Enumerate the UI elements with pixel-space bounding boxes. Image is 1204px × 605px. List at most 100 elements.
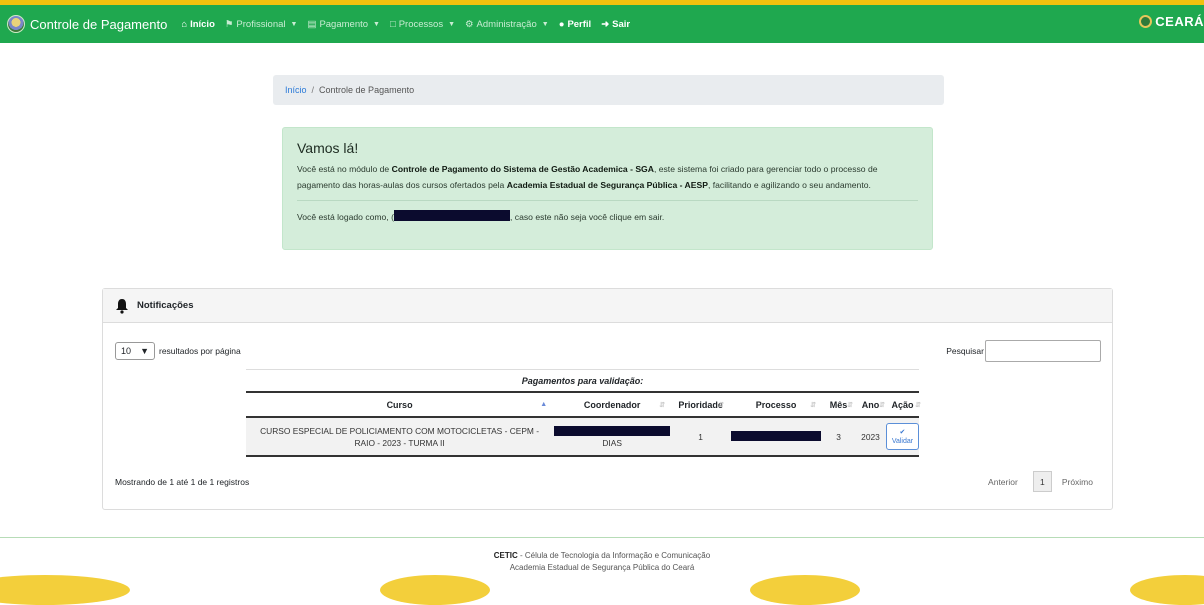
table-row: CURSO ESPECIAL DE POLICIAMENTO COM MOTOC… bbox=[246, 417, 919, 456]
page-length-select[interactable]: 10 ▼ bbox=[115, 342, 155, 360]
alert-text: Você está logado como, bbox=[297, 212, 391, 222]
money-icon: ▤ bbox=[307, 19, 316, 30]
chevron-down-icon: ▼ bbox=[448, 21, 455, 28]
footer-wave-decoration bbox=[380, 575, 490, 605]
home-icon: ⌂ bbox=[181, 19, 187, 30]
cogs-icon: ⚙ bbox=[465, 19, 474, 30]
nav-perfil[interactable]: ● Perfil bbox=[559, 19, 592, 30]
cell-acao: ✔ Validar bbox=[886, 417, 919, 456]
column-header-processo[interactable]: Processo ⇵ bbox=[730, 392, 822, 417]
ceara-logo: CEARÁ bbox=[1139, 14, 1204, 29]
page-length-control: 10 ▼ resultados por página bbox=[115, 342, 241, 360]
nav-inicio-label: Início bbox=[190, 19, 215, 30]
pagination-previous[interactable]: Anterior bbox=[988, 477, 1018, 487]
payments-table-wrapper: Pagamentos para validação: Curso ▲ Coorde… bbox=[246, 369, 919, 457]
column-header-prioridade[interactable]: Prioridade⇵ bbox=[671, 392, 730, 417]
sort-asc-icon: ▲ bbox=[540, 401, 547, 408]
column-label: Mês bbox=[830, 400, 848, 410]
cell-mes: 3 bbox=[822, 417, 855, 456]
alert-text: , caso este não seja você clique em sair… bbox=[510, 212, 664, 222]
validar-button[interactable]: ✔ Validar bbox=[886, 423, 919, 450]
nav-sair[interactable]: ➜ Sair bbox=[601, 19, 630, 30]
sort-icon: ⇵ bbox=[915, 401, 921, 409]
brand-seal-icon bbox=[7, 15, 25, 33]
search-input[interactable] bbox=[985, 340, 1101, 362]
chevron-down-icon: ▼ bbox=[291, 21, 298, 28]
ceara-seal-icon bbox=[1139, 15, 1152, 28]
footer-line-1: CETIC - Célula de Tecnologia da Informaç… bbox=[0, 550, 1204, 562]
footer-cetic: CETIC bbox=[494, 551, 518, 560]
payments-table: Curso▲ Coordenador⇵ Prioridade⇵ Processo… bbox=[246, 391, 919, 457]
cell-prioridade: 1 bbox=[671, 417, 730, 456]
user-icon: ● bbox=[559, 19, 565, 30]
alert-logged-as: Você está logado como, (, caso este não … bbox=[297, 209, 918, 225]
welcome-alert: Vamos lá! Você está no módulo de Control… bbox=[282, 127, 933, 250]
sort-icon: ⇵ bbox=[718, 401, 724, 409]
alert-heading: Vamos lá! bbox=[297, 140, 918, 156]
nav-administracao[interactable]: ⚙ Administração ▼ bbox=[465, 19, 549, 30]
sort-icon: ⇵ bbox=[810, 401, 816, 409]
column-label: Ano bbox=[862, 400, 880, 410]
pagination: Anterior 1 Próximo bbox=[988, 471, 1093, 492]
cell-processo bbox=[730, 417, 822, 456]
nav-processos[interactable]: □ Processos ▼ bbox=[390, 19, 455, 30]
nav-sair-label: Sair bbox=[612, 19, 630, 30]
page-length-label: resultados por página bbox=[159, 346, 241, 356]
file-icon: □ bbox=[390, 19, 396, 30]
redacted-coordinator-name bbox=[554, 426, 670, 436]
app-title[interactable]: Controle de Pagamento bbox=[30, 17, 167, 32]
footer-wave-decoration bbox=[750, 575, 860, 605]
redacted-process-number bbox=[731, 431, 821, 441]
pagination-page[interactable]: 1 bbox=[1033, 471, 1052, 492]
footer-wave-decoration bbox=[0, 575, 130, 605]
breadcrumb-current: Controle de Pagamento bbox=[319, 85, 414, 95]
search-label: Pesquisar bbox=[946, 346, 984, 356]
nav-administracao-label: Administração bbox=[477, 19, 537, 30]
table-info: Mostrando de 1 até 1 de 1 registros bbox=[115, 477, 249, 487]
ceara-logo-text: CEARÁ bbox=[1155, 14, 1204, 29]
redacted-username bbox=[394, 210, 510, 221]
cell-ano: 2023 bbox=[855, 417, 886, 456]
nav-perfil-label: Perfil bbox=[567, 19, 591, 30]
breadcrumb-home-link[interactable]: Início bbox=[285, 85, 307, 95]
coordinator-suffix: DIAS bbox=[602, 438, 622, 448]
column-header-ano[interactable]: Ano⇵ bbox=[855, 392, 886, 417]
table-caption: Pagamentos para validação: bbox=[246, 369, 919, 391]
breadcrumb-separator: / bbox=[312, 85, 315, 95]
sort-icon: ⇵ bbox=[847, 401, 853, 409]
sort-icon: ⇵ bbox=[659, 401, 665, 409]
nav-pagamento-label: Pagamento bbox=[319, 19, 368, 30]
page-length-value: 10 bbox=[121, 346, 131, 356]
cell-coordenador: DIAS bbox=[553, 417, 671, 456]
nav-profissional[interactable]: ⚑ Profissional ▼ bbox=[225, 19, 298, 30]
bell-icon bbox=[115, 298, 129, 314]
footer-cetic-desc: - Célula de Tecnologia da Informação e C… bbox=[518, 551, 710, 560]
column-header-coordenador[interactable]: Coordenador⇵ bbox=[553, 392, 671, 417]
alert-academy-name: Academia Estadual de Segurança Pública -… bbox=[507, 180, 708, 190]
nav-inicio[interactable]: ⌂ Início bbox=[181, 19, 215, 30]
nav-profissional-label: Profissional bbox=[236, 19, 285, 30]
nav-processos-label: Processos bbox=[399, 19, 443, 30]
alert-text: Você está no módulo de bbox=[297, 164, 392, 174]
card-title: Notificações bbox=[137, 300, 194, 311]
footer-line-2: Academia Estadual de Segurança Pública d… bbox=[0, 562, 1204, 574]
chevron-down-icon: ▼ bbox=[542, 21, 549, 28]
nav-pagamento[interactable]: ▤ Pagamento ▼ bbox=[307, 19, 380, 30]
top-navbar: Controle de Pagamento ⌂ Início ⚑ Profiss… bbox=[0, 0, 1204, 43]
column-header-acao[interactable]: Ação⇵ bbox=[886, 392, 919, 417]
column-header-mes[interactable]: Mês⇵ bbox=[822, 392, 855, 417]
notifications-card: Notificações 10 ▼ resultados por página … bbox=[102, 288, 1113, 510]
column-label: Curso bbox=[387, 400, 413, 410]
alert-text: , facilitando e agilizando o seu andamen… bbox=[708, 180, 871, 190]
column-label: Prioridade bbox=[678, 400, 723, 410]
sort-icon: ⇵ bbox=[879, 401, 885, 409]
column-label: Ação bbox=[891, 400, 913, 410]
alert-description: Você está no módulo de Controle de Pagam… bbox=[297, 161, 918, 193]
card-header: Notificações bbox=[103, 289, 1112, 323]
footer-divider bbox=[0, 537, 1204, 538]
chevron-down-icon: ▼ bbox=[373, 21, 380, 28]
check-icon: ✔ bbox=[900, 428, 906, 437]
column-label: Processo bbox=[756, 400, 797, 410]
pagination-next[interactable]: Próximo bbox=[1062, 477, 1093, 487]
column-header-curso[interactable]: Curso ▲ bbox=[246, 392, 553, 417]
